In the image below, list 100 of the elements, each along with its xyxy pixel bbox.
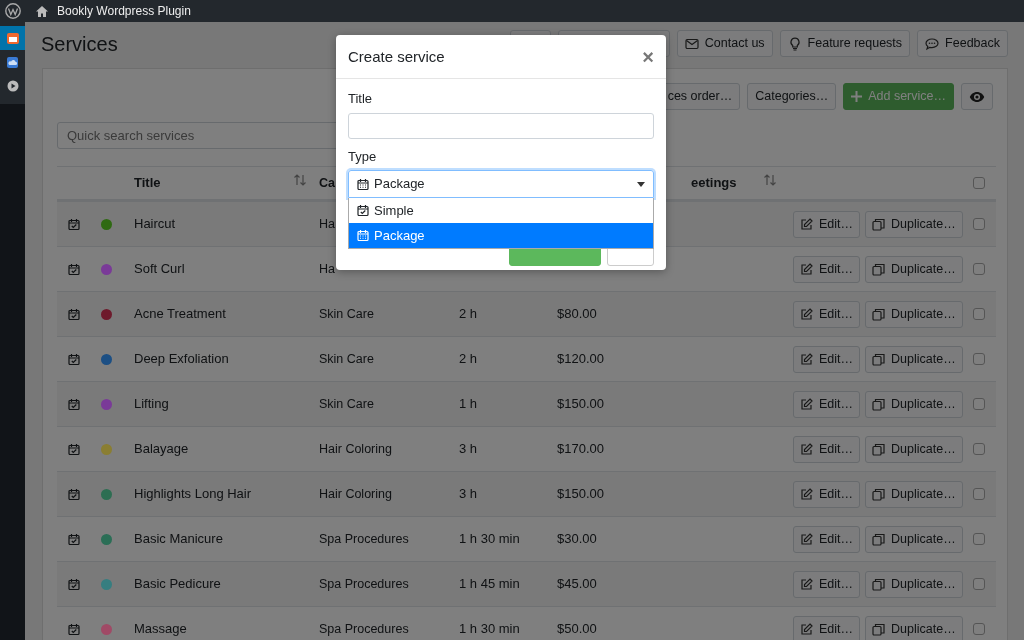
close-button[interactable]: × <box>642 46 654 67</box>
copy-icon <box>872 622 886 636</box>
edit-button[interactable]: Edit… <box>793 210 861 238</box>
duplicate-button[interactable]: Duplicate… <box>865 255 963 283</box>
calendar-check-icon <box>68 307 80 321</box>
duration-cell: 1 h <box>459 396 478 412</box>
envelope-icon <box>684 36 699 51</box>
page-title: Services <box>41 32 118 57</box>
copy-icon <box>872 217 886 231</box>
duplicate-button[interactable]: Duplicate… <box>865 390 963 418</box>
row-checkbox[interactable] <box>972 623 985 635</box>
duplicate-button[interactable]: Duplicate… <box>865 615 963 640</box>
row-checkbox[interactable] <box>972 578 985 590</box>
calendar-check-icon <box>68 622 80 636</box>
calendar-check-icon <box>68 217 80 231</box>
price-cell: $150.00 <box>557 396 604 412</box>
edit-icon <box>800 217 813 231</box>
duplicate-button[interactable]: Duplicate… <box>865 525 963 553</box>
row-checkbox[interactable] <box>972 398 985 410</box>
edit-button[interactable]: Edit… <box>793 480 861 508</box>
edit-icon <box>800 442 813 456</box>
category-cell: Skin Care <box>319 396 374 411</box>
price-cell: $50.00 <box>557 621 597 637</box>
calendar-check-icon <box>68 262 80 276</box>
price-cell: $80.00 <box>557 306 597 322</box>
duplicate-button[interactable]: Duplicate… <box>865 435 963 463</box>
edit-button[interactable]: Edit… <box>793 435 861 463</box>
column-header[interactable]: Title <box>134 173 161 193</box>
input-field[interactable] <box>348 112 654 139</box>
play-icon <box>6 80 19 92</box>
service-title: Basic Pedicure <box>134 575 221 594</box>
price-cell: $45.00 <box>557 576 597 592</box>
duplicate-button[interactable]: Duplicate… <box>865 345 963 373</box>
copy-icon <box>872 307 886 321</box>
edit-icon <box>800 352 813 366</box>
category-cell: Ha <box>319 261 335 276</box>
duration-cell: 2 h <box>459 306 478 322</box>
plus-icon <box>851 91 863 102</box>
duplicate-button[interactable]: Duplicate… <box>865 300 963 328</box>
service-title: Soft Curl <box>134 260 185 279</box>
toolbar-button[interactable]: Contact us <box>676 30 773 57</box>
calendar-icon <box>357 177 369 191</box>
edit-icon <box>800 577 813 591</box>
row-checkbox[interactable] <box>972 263 985 275</box>
lightbulb-icon <box>787 36 802 51</box>
duplicate-button[interactable]: Duplicate… <box>865 570 963 598</box>
row-checkbox[interactable] <box>972 488 985 500</box>
row-checkbox[interactable] <box>972 353 985 365</box>
price-cell: $150.00 <box>557 486 604 502</box>
sort-icon[interactable] <box>763 173 777 188</box>
price-cell: $30.00 <box>557 531 597 547</box>
edit-button[interactable]: Edit… <box>793 525 861 553</box>
site-name[interactable]: Bookly Wordpress Plugin <box>57 2 191 20</box>
edit-button[interactable]: Edit… <box>793 255 861 283</box>
calendar-check-icon <box>357 204 369 217</box>
row-checkbox[interactable] <box>972 308 985 320</box>
category-cell: Ha <box>319 216 335 231</box>
column-header[interactable]: Ca <box>319 175 335 190</box>
edit-icon <box>800 397 813 411</box>
edit-button[interactable]: Edit… <box>793 345 861 373</box>
duplicate-button[interactable]: Duplicate… <box>865 480 963 508</box>
dropdown-option[interactable]: Simple <box>349 198 653 223</box>
duration-cell: 1 h 45 min <box>459 576 520 592</box>
copy-icon <box>872 397 886 411</box>
row-checkbox[interactable] <box>972 218 985 230</box>
eye-icon <box>969 90 985 103</box>
copy-icon <box>872 352 886 366</box>
visibility-button[interactable] <box>961 83 993 110</box>
price-cell: $170.00 <box>557 441 604 457</box>
calendar-check-icon <box>68 532 80 546</box>
edit-button[interactable]: Edit… <box>793 615 861 640</box>
edit-icon <box>800 622 813 636</box>
cloud-icon <box>7 56 18 68</box>
column-header[interactable]: eetings <box>691 173 737 193</box>
duration-cell: 1 h 30 min <box>459 531 520 547</box>
toolbar-button[interactable]: Categories… <box>747 83 837 110</box>
sort-icon[interactable] <box>293 173 307 188</box>
service-title: Highlights Long Hair <box>134 485 252 504</box>
row-checkbox[interactable] <box>972 533 985 545</box>
logo-icon[interactable] <box>5 3 21 19</box>
edit-button[interactable]: Edit… <box>793 390 861 418</box>
calendar-check-icon <box>68 352 80 366</box>
toolbar-button[interactable]: Feature requests <box>779 30 911 57</box>
home-icon[interactable] <box>35 4 49 18</box>
toolbar-button[interactable]: Feedback <box>917 30 1008 57</box>
duplicate-button[interactable]: Duplicate… <box>865 210 963 238</box>
sidebar-item[interactable] <box>0 26 25 50</box>
select-all-checkbox[interactable] <box>972 177 985 189</box>
type-select[interactable]: Package <box>348 170 654 198</box>
edit-button[interactable]: Edit… <box>793 570 861 598</box>
dropdown-option[interactable]: Package <box>349 223 653 248</box>
row-checkbox[interactable] <box>972 443 985 455</box>
duration-cell: 2 h <box>459 351 478 367</box>
category-cell: Skin Care <box>319 306 374 321</box>
speech-bubble-icon <box>925 36 940 51</box>
category-cell: Spa Procedures <box>319 621 409 636</box>
edit-button[interactable]: Edit… <box>793 300 861 328</box>
category-cell: Skin Care <box>319 351 374 366</box>
edit-icon <box>800 262 813 276</box>
calendar-check-icon <box>68 397 80 411</box>
